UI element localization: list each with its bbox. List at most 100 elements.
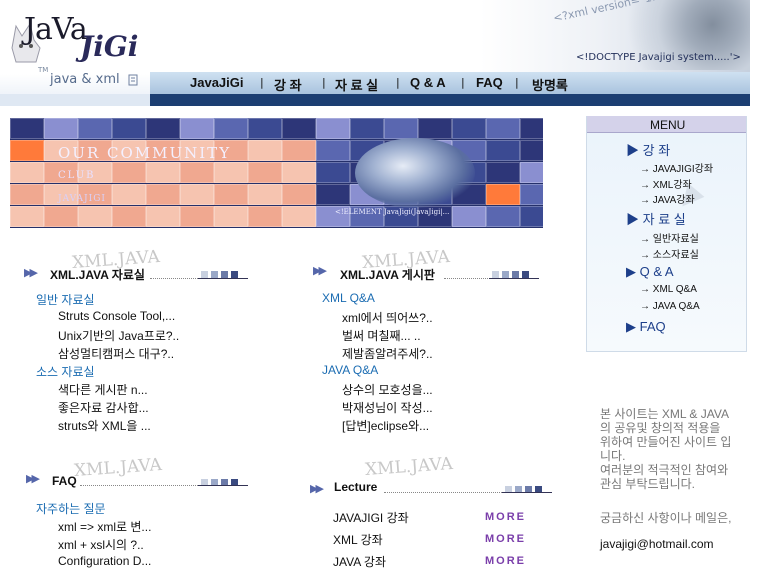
post-link[interactable]: xml에서 띄어쓰?.. bbox=[342, 309, 433, 326]
section-squares bbox=[492, 267, 532, 278]
menu-item-label: FAQ bbox=[639, 319, 666, 334]
post-link[interactable]: 박재성님이 작성... bbox=[342, 399, 433, 416]
menu-item-label: 강 좌 bbox=[642, 143, 671, 158]
banner-tile bbox=[316, 162, 350, 183]
banner-tile bbox=[78, 118, 112, 139]
banner-title: OUR COMMUNITY bbox=[58, 144, 232, 162]
banner-tile bbox=[44, 206, 78, 227]
post-link[interactable]: 색다른 게시판 n... bbox=[58, 381, 148, 398]
banner-tile bbox=[78, 206, 112, 227]
banner-tile bbox=[486, 206, 520, 227]
menu-subitem-label: XML Q&A bbox=[652, 284, 697, 295]
banner-tile bbox=[316, 184, 350, 205]
banner-tile bbox=[418, 118, 452, 139]
post-link[interactable]: Struts Console Tool,... bbox=[58, 309, 175, 323]
banner-tile bbox=[282, 118, 316, 139]
category-java-qna[interactable]: JAVA Q&A bbox=[322, 363, 378, 377]
nav-faq[interactable]: FAQ bbox=[476, 75, 503, 90]
section-title-xml-java-board[interactable]: XML.JAVA 게시판 bbox=[340, 266, 435, 283]
section-dots bbox=[444, 278, 492, 279]
arrow-right-icon: → bbox=[640, 164, 650, 175]
section-title-xml-java-data[interactable]: XML.JAVA 자료실 bbox=[50, 266, 145, 283]
section-dots bbox=[384, 492, 502, 493]
post-link[interactable]: 좋은자료 감사합... bbox=[58, 399, 149, 416]
section-arrow-icon: ▶▶ bbox=[24, 266, 38, 279]
post-link[interactable]: xml + xsl시의 ?.. bbox=[58, 536, 144, 553]
nav-library[interactable]: 자 료 실 bbox=[335, 75, 378, 94]
banner-tile bbox=[248, 118, 282, 139]
banner-tile bbox=[248, 162, 282, 183]
post-link[interactable]: Configuration D... bbox=[58, 554, 151, 568]
banner-tile bbox=[10, 206, 44, 227]
logo-tm: TM bbox=[38, 66, 49, 74]
nav-guestbook[interactable]: 방명록 bbox=[532, 75, 568, 94]
lecture-link-javajigi[interactable]: JAVAJIGI 강좌 bbox=[333, 509, 409, 526]
more-button[interactable]: MORE bbox=[485, 555, 526, 567]
logo-text-java[interactable]: JaVa bbox=[24, 12, 88, 47]
triangle-right-icon: ▶ bbox=[626, 264, 636, 279]
section-title-lecture[interactable]: Lecture bbox=[334, 480, 377, 494]
section-underline bbox=[198, 485, 248, 486]
lecture-link-java[interactable]: JAVA 강좌 bbox=[333, 553, 386, 570]
banner-tile bbox=[146, 118, 180, 139]
banner-photo bbox=[355, 138, 475, 208]
post-link[interactable]: 벌써 며칠째... .. bbox=[342, 327, 421, 344]
arrow-right-icon: → bbox=[640, 250, 650, 261]
category-source-library[interactable]: 소스 자료실 bbox=[36, 363, 95, 380]
post-link[interactable]: [답변]eclipse와... bbox=[342, 417, 429, 434]
info-text-line: 관심 부탁드립니다. bbox=[600, 477, 695, 491]
more-button[interactable]: MORE bbox=[485, 533, 526, 545]
lecture-link-xml[interactable]: XML 강좌 bbox=[333, 531, 383, 548]
banner-tile bbox=[350, 118, 384, 139]
page-header: JaVa JiGi TM java & xml <?xml version="1… bbox=[0, 0, 772, 106]
banner-element-text: <!ELEMENT JavaJigi(JavaJigi|... bbox=[335, 208, 450, 216]
section-arrow-icon: ▶▶ bbox=[310, 482, 324, 495]
document-icon bbox=[128, 74, 138, 86]
banner-tile bbox=[282, 140, 316, 161]
banner-tile bbox=[10, 140, 44, 161]
banner-tile bbox=[486, 184, 520, 205]
menu-subitem-label: 소스자료실 bbox=[652, 250, 699, 261]
menu-subitem[interactable]: → JAVA강좌 bbox=[640, 191, 695, 206]
banner-tile bbox=[112, 206, 146, 227]
post-link[interactable]: 제발좀알려주세?.. bbox=[342, 345, 433, 362]
logo-text-jigi[interactable]: JiGi bbox=[80, 30, 138, 63]
menu-subitem[interactable]: → JAVAJIGI강좌 bbox=[640, 160, 713, 175]
menu-subitem[interactable]: → XML강좌 bbox=[640, 176, 692, 191]
post-link[interactable]: 삼성멀티캠퍼스 대구?.. bbox=[58, 345, 174, 362]
nav-home[interactable]: JavaJiGi bbox=[190, 75, 244, 90]
section-title-faq[interactable]: FAQ bbox=[52, 474, 77, 488]
post-link[interactable]: struts와 XML을 ... bbox=[58, 417, 151, 434]
post-link[interactable]: 상수의 모호성을... bbox=[342, 381, 433, 398]
menu-subitem[interactable]: → XML Q&A bbox=[640, 284, 697, 295]
nav-qna[interactable]: Q & A bbox=[410, 75, 446, 90]
nav-separator: | bbox=[260, 76, 264, 89]
contact-email-link[interactable]: javajigi@hotmail.com bbox=[600, 537, 714, 551]
menu-subitem[interactable]: → JAVA Q&A bbox=[640, 301, 700, 312]
triangle-right-icon: ▶ bbox=[626, 319, 636, 334]
menu-subitem[interactable]: → 소스자료실 bbox=[640, 246, 699, 261]
section-underline bbox=[489, 278, 539, 279]
menu-item-faq[interactable]: ▶ FAQ bbox=[626, 319, 666, 335]
banner-tile bbox=[112, 184, 146, 205]
banner-tile bbox=[146, 184, 180, 205]
category-xml-qna[interactable]: XML Q&A bbox=[322, 291, 375, 305]
banner-tile bbox=[520, 184, 543, 205]
arrow-right-icon: → bbox=[640, 180, 650, 191]
menu-subitem-label: XML강좌 bbox=[652, 180, 692, 191]
category-faq[interactable]: 자주하는 질문 bbox=[36, 500, 106, 517]
nav-bar-bottom bbox=[0, 94, 750, 106]
menu-item-qna[interactable]: ▶ Q & A bbox=[626, 264, 674, 280]
post-link[interactable]: Unix기반의 Java프로?.. bbox=[58, 327, 179, 344]
nav-lecture[interactable]: 강 좌 bbox=[274, 75, 302, 94]
menu-subitem[interactable]: → 일반자료실 bbox=[640, 230, 699, 245]
banner-tile bbox=[10, 162, 44, 183]
banner-tile bbox=[520, 140, 543, 161]
nav-separator: | bbox=[515, 76, 519, 89]
category-general-library[interactable]: 일반 자료실 bbox=[36, 291, 95, 308]
banner-tile bbox=[282, 184, 316, 205]
menu-item-library[interactable]: ▶ 자 료 실 bbox=[626, 209, 686, 228]
more-button[interactable]: MORE bbox=[485, 511, 526, 523]
menu-item-lecture[interactable]: ▶ 강 좌 bbox=[626, 140, 670, 159]
post-link[interactable]: xml => xml로 변... bbox=[58, 518, 151, 535]
